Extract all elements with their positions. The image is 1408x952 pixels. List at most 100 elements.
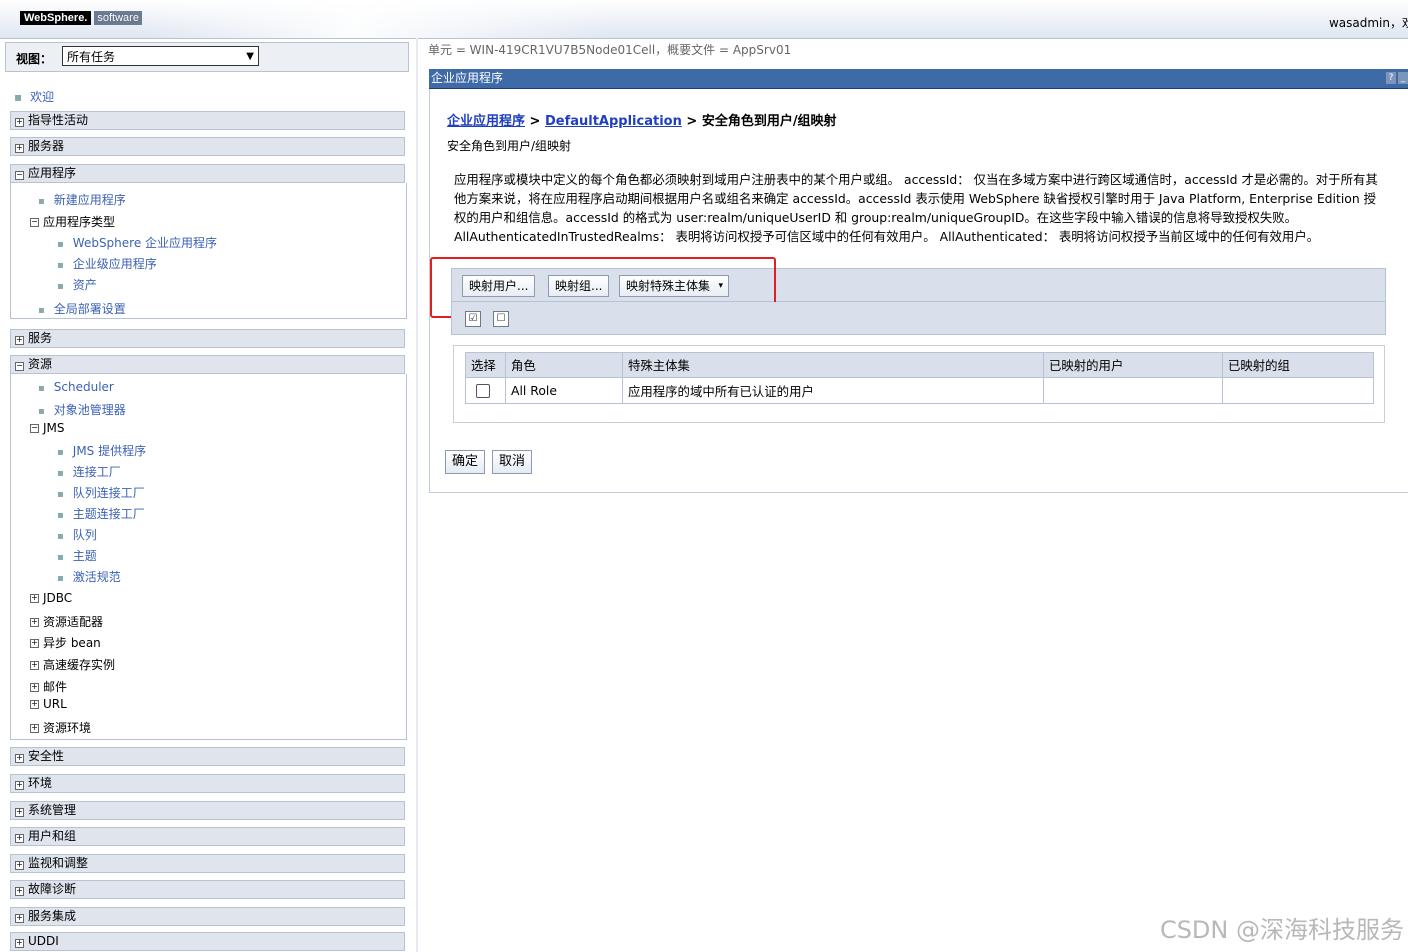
nav-item-label: 邮件 (43, 680, 68, 694)
nav-item-label: 应用程序类型 (43, 215, 116, 229)
nav-item-enterprise-apps[interactable]: ▪ 企业级应用程序 (57, 255, 157, 272)
nav-item-topics[interactable]: ▪ 主题 (57, 547, 97, 564)
scope-text: 单元 = WIN-419CR1VU7B5Node01Cell，概要文件 = Ap… (428, 43, 792, 57)
nav-item-cache-instances[interactable]: + 高速缓存实例 (30, 656, 115, 673)
breadcrumb-separator: > (525, 114, 545, 129)
nav-item-label: 主题 (72, 549, 97, 563)
nav-section-label: 服务 (28, 331, 53, 345)
nav-item-async-beans[interactable]: + 异步 bean (30, 634, 101, 651)
row-checkbox[interactable] (476, 384, 490, 399)
nav-welcome-label: 欢迎 (30, 90, 55, 104)
frame-divider[interactable] (416, 38, 418, 952)
nav-section-uddi[interactable]: + UDDI (10, 932, 405, 951)
expand-icon: + (30, 593, 39, 603)
nav-item-label: 主题连接工厂 (72, 507, 145, 521)
page-subtitle: 安全角色到用户/组映射 (447, 139, 572, 153)
nav-item-assets[interactable]: ▪ 资产 (57, 276, 97, 293)
nav-item-queue-conn-factories[interactable]: ▪ 队列连接工厂 (57, 484, 145, 501)
nav-item-label: 新建应用程序 (53, 193, 126, 207)
nav-section-security[interactable]: + 安全性 (10, 747, 405, 766)
collapse-icon: − (30, 217, 39, 227)
selection-toolbar: ☑ ☐ (451, 302, 1386, 335)
bullet-icon: ▪ (57, 552, 64, 563)
bullet-icon: ▪ (57, 281, 64, 292)
nav-item-label: 全局部署设置 (53, 302, 126, 316)
column-header-role[interactable]: 角色 (505, 352, 623, 378)
expand-icon: + (15, 938, 24, 948)
nav-item-websphere-apps[interactable]: ▪ WebSphere 企业应用程序 (57, 234, 217, 251)
expand-icon: + (30, 660, 39, 670)
nav-section-label: 用户和组 (28, 829, 77, 843)
nav-section-label: 环境 (28, 776, 53, 790)
nav-section-service-integration[interactable]: + 服务集成 (10, 907, 405, 926)
page-description: 应用程序或模块中定义的每个角色都必须映射到域用户注册表中的某个用户或组。 acc… (454, 172, 1378, 244)
column-header-mapped-groups[interactable]: 已映射的组 (1222, 352, 1374, 378)
nav-section-environment[interactable]: + 环境 (10, 774, 405, 793)
nav-item-jms-providers[interactable]: ▪ JMS 提供程序 (57, 442, 146, 459)
nav-item-queues[interactable]: ▪ 队列 (57, 526, 97, 543)
expand-icon: + (15, 143, 24, 153)
bullet-icon: ▪ (38, 305, 45, 316)
banner-swoosh (150, 0, 610, 38)
nav-item-new-app[interactable]: ▪ 新建应用程序 (38, 191, 126, 208)
banner: WebSphere. software wasadmin，欢 (0, 0, 1408, 39)
nav-item-label: 连接工厂 (72, 465, 121, 479)
expand-icon: + (30, 638, 39, 648)
nav-section-label: 系统管理 (28, 803, 77, 817)
expand-icon: + (15, 860, 24, 870)
view-label: 视图： (16, 52, 53, 66)
chevron-down-icon: ▼ (246, 51, 254, 62)
column-header-special-subjects[interactable]: 特殊主体集 (622, 352, 1044, 378)
panel-title: 企业应用程序 (431, 71, 504, 85)
breadcrumb-defaultapp-link[interactable]: DefaultApplication (545, 114, 682, 129)
minimize-icon[interactable]: _ (1398, 72, 1408, 84)
select-all-icon[interactable]: ☑ (465, 311, 481, 327)
bullet-icon: ▪ (57, 489, 64, 500)
nav-item-app-types[interactable]: − 应用程序类型 (30, 213, 115, 230)
nav-item-conn-factories[interactable]: ▪ 连接工厂 (57, 463, 121, 480)
nav-section-label: 资源 (28, 357, 53, 371)
nav-section-guided[interactable]: + 指导性活动 (10, 111, 405, 130)
breadcrumb-enterprise-apps-link[interactable]: 企业应用程序 (447, 114, 525, 129)
nav-section-services[interactable]: + 服务 (10, 329, 405, 348)
help-icon[interactable]: ? (1386, 72, 1396, 84)
nav-section-label: 监视和调整 (28, 856, 89, 870)
column-header-mapped-users[interactable]: 已映射的用户 (1043, 352, 1223, 378)
nav-section-monitoring[interactable]: + 监视和调整 (10, 854, 405, 873)
expand-icon: + (15, 886, 24, 896)
nav-item-jms[interactable]: − JMS (30, 421, 65, 435)
bullet-icon: ▪ (57, 510, 64, 521)
nav-item-mail[interactable]: + 邮件 (30, 678, 67, 695)
expand-icon: + (15, 833, 24, 843)
ok-button[interactable]: 确定 (445, 450, 486, 474)
bullet-icon: ▪ (57, 447, 64, 458)
nav-section-troubleshooting[interactable]: + 故障诊断 (10, 880, 405, 899)
nav-section-servers[interactable]: + 服务器 (10, 137, 405, 156)
expand-icon: + (15, 117, 24, 127)
nav-item-activation-specs[interactable]: ▪ 激活规范 (57, 568, 121, 585)
view-select[interactable]: 所有任务 ▼ (62, 46, 259, 66)
deselect-all-icon[interactable]: ☐ (493, 311, 509, 327)
nav-section-users-groups[interactable]: + 用户和组 (10, 827, 405, 846)
nav-item-resource-adapters[interactable]: + 资源适配器 (30, 613, 103, 630)
expand-icon: + (15, 913, 24, 923)
nav-item-scheduler[interactable]: ▪ Scheduler (38, 380, 114, 394)
nav-welcome-link[interactable]: ▪ 欢迎 (14, 88, 54, 105)
logo-brand: WebSphere. (20, 11, 92, 25)
nav-section-label: UDDI (28, 934, 59, 948)
expand-icon: + (15, 335, 24, 345)
nav-section-resources[interactable]: − 资源 (10, 355, 405, 374)
nav-item-url[interactable]: + URL (30, 697, 67, 711)
nav-section-applications[interactable]: − 应用程序 (10, 164, 405, 183)
nav-item-label: 对象池管理器 (53, 403, 126, 417)
cancel-button[interactable]: 取消 (492, 450, 533, 474)
nav-item-jdbc[interactable]: + JDBC (30, 591, 72, 605)
expand-icon: + (30, 617, 39, 627)
nav-item-label: WebSphere 企业应用程序 (72, 236, 218, 250)
expand-icon: + (30, 723, 39, 733)
nav-item-global-deploy[interactable]: ▪ 全局部署设置 (38, 300, 126, 317)
nav-item-object-pool[interactable]: ▪ 对象池管理器 (38, 401, 126, 418)
nav-item-topic-conn-factories[interactable]: ▪ 主题连接工厂 (57, 505, 145, 522)
nav-item-res-env[interactable]: + 资源环境 (30, 719, 91, 736)
nav-section-sysadmin[interactable]: + 系统管理 (10, 801, 405, 820)
